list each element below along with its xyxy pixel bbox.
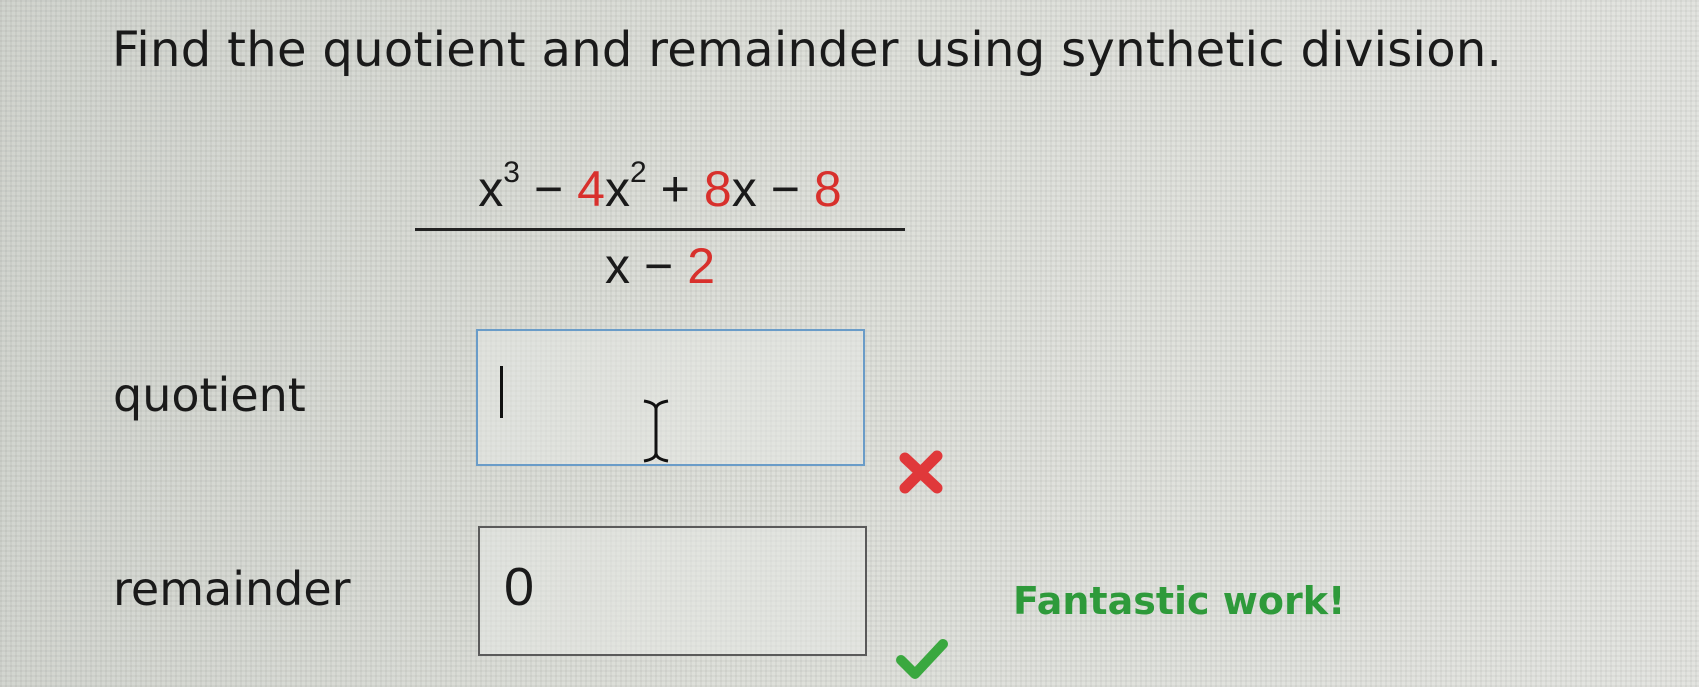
remainder-input[interactable]: 0 bbox=[478, 526, 867, 656]
check-mark-icon bbox=[896, 639, 948, 679]
denominator-base: x bbox=[604, 238, 630, 294]
numerator-term2-coefficient: 4 bbox=[577, 161, 605, 217]
numerator-operator-2: + bbox=[660, 161, 690, 217]
numerator-operator-1: − bbox=[533, 161, 564, 217]
numerator: x3−4x2 +8x −8 bbox=[415, 156, 905, 224]
denominator-constant: 2 bbox=[687, 238, 715, 294]
numerator-term3-base: x bbox=[731, 161, 757, 217]
denominator: x −2 bbox=[415, 237, 905, 295]
remainder-label: remainder bbox=[113, 562, 351, 616]
quotient-input[interactable] bbox=[476, 329, 865, 466]
text-caret bbox=[500, 366, 503, 418]
fraction-bar bbox=[415, 228, 905, 231]
rational-expression: x3−4x2 +8x −8 x −2 bbox=[415, 156, 905, 295]
numerator-term1-exponent: 3 bbox=[503, 156, 520, 190]
numerator-term1-base: x bbox=[478, 161, 504, 217]
question-prompt: Find the quotient and remainder using sy… bbox=[112, 22, 1503, 78]
numerator-term2-base: x bbox=[604, 161, 630, 217]
numerator-term4-constant: 8 bbox=[813, 161, 842, 217]
quotient-label: quotient bbox=[113, 368, 306, 422]
x-mark-icon bbox=[899, 450, 943, 494]
numerator-term3-coefficient: 8 bbox=[703, 161, 732, 217]
denominator-operator: − bbox=[643, 238, 674, 294]
numerator-operator-3: − bbox=[770, 161, 800, 217]
feedback-message: Fantastic work! bbox=[1013, 579, 1346, 623]
ibeam-cursor-icon bbox=[643, 399, 669, 463]
numerator-term2-exponent: 2 bbox=[629, 156, 647, 190]
remainder-value: 0 bbox=[504, 557, 535, 617]
question-panel: Find the quotient and remainder using sy… bbox=[0, 0, 1699, 687]
